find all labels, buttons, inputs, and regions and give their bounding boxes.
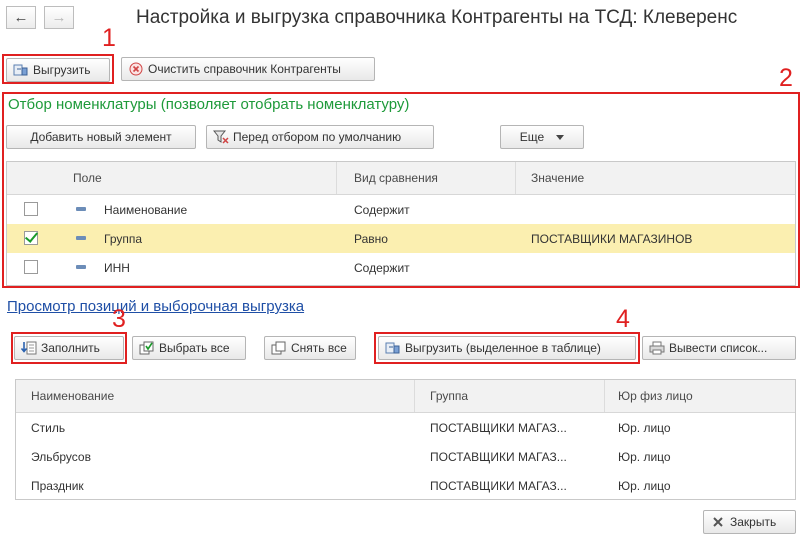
cell-name: Праздник <box>31 478 84 493</box>
dash-icon <box>76 207 86 211</box>
dash-icon <box>76 236 86 240</box>
output-list-label: Вывести список... <box>669 341 768 355</box>
column-divider <box>414 380 415 412</box>
select-all-icon <box>139 341 155 355</box>
table-row[interactable]: Стиль ПОСТАВЩИКИ МАГАЗ... Юр. лицо <box>16 413 795 442</box>
annotation-box-1 <box>2 54 114 84</box>
filter-row-checkbox-checked[interactable] <box>24 231 38 245</box>
filter-row-comparison[interactable]: Содержит <box>354 253 410 282</box>
cell-type: Юр. лицо <box>618 420 671 435</box>
filter-row-field: ИНН <box>104 260 130 275</box>
column-header-comparison[interactable]: Вид сравнения <box>354 162 438 194</box>
more-dropdown-button[interactable]: Еще <box>500 125 584 149</box>
close-icon <box>710 515 726 529</box>
filter-row-field: Группа <box>104 231 143 246</box>
filter-table-header: Поле Вид сравнения Значение <box>7 162 795 195</box>
clear-label: Очистить справочник Контрагенты <box>148 62 341 76</box>
filter-row-comparison[interactable]: Равно <box>354 224 388 253</box>
deselect-all-label: Снять все <box>291 341 347 355</box>
close-button[interactable]: Закрыть <box>703 510 796 534</box>
chevron-down-icon <box>556 134 565 140</box>
annotation-box-3 <box>11 332 127 364</box>
add-filter-element-label: Добавить новый элемент <box>30 130 172 144</box>
page-title: Настройка и выгрузка справочника Контраг… <box>136 7 738 28</box>
print-list-icon <box>649 341 665 355</box>
filter-row-checkbox[interactable] <box>24 202 38 216</box>
preview-table-header: Наименование Группа Юр физ лицо <box>16 380 795 413</box>
annotation-number-2: 2 <box>779 64 793 92</box>
column-divider <box>515 162 516 194</box>
close-label: Закрыть <box>730 515 777 529</box>
cell-group: ПОСТАВЩИКИ МАГАЗ... <box>430 420 567 435</box>
filter-icon <box>213 130 229 144</box>
filter-row-field: Наименование <box>104 202 188 217</box>
column-header-field[interactable]: Поле <box>73 162 102 194</box>
deselect-all-icon <box>271 341 287 355</box>
column-header-name[interactable]: Наименование <box>31 380 114 412</box>
column-header-type[interactable]: Юр физ лицо <box>618 380 693 412</box>
dash-icon <box>76 265 86 269</box>
filter-row[interactable]: Наименование Содержит <box>7 195 795 224</box>
filter-row[interactable]: ИНН Содержит <box>7 253 795 282</box>
column-header-group[interactable]: Группа <box>430 380 468 412</box>
filter-table: Поле Вид сравнения Значение Наименование… <box>6 161 796 286</box>
annotation-number-3: 3 <box>112 305 126 333</box>
default-filter-label: Перед отбором по умолчанию <box>233 130 402 144</box>
select-all-label: Выбрать все <box>159 341 230 355</box>
arrow-left-icon: ← <box>13 9 29 26</box>
cell-type: Юр. лицо <box>618 478 671 493</box>
annotation-number-4: 4 <box>616 305 630 333</box>
filter-section-title: Отбор номенклатуры (позволяет отобрать н… <box>8 96 410 113</box>
column-divider <box>604 380 605 412</box>
deselect-all-button[interactable]: Снять все <box>264 336 356 360</box>
table-row[interactable]: Эльбрусов ПОСТАВЩИКИ МАГАЗ... Юр. лицо <box>16 442 795 471</box>
more-label: Еще <box>519 130 545 144</box>
column-header-value[interactable]: Значение <box>531 162 584 194</box>
preview-table: Наименование Группа Юр физ лицо Стиль ПО… <box>15 379 796 500</box>
default-filter-button[interactable]: Перед отбором по умолчанию <box>206 125 434 149</box>
clear-icon <box>128 62 144 76</box>
filter-row-value[interactable]: ПОСТАВЩИКИ МАГАЗИНОВ <box>531 224 692 253</box>
cell-name: Эльбрусов <box>31 449 91 464</box>
column-divider <box>336 162 337 194</box>
back-button[interactable]: ← <box>6 6 36 29</box>
preview-section-link[interactable]: Просмотр позиций и выборочная выгрузка <box>7 298 304 315</box>
filter-row-checkbox[interactable] <box>24 260 38 274</box>
clear-counterparties-button[interactable]: Очистить справочник Контрагенты <box>121 57 375 81</box>
output-list-button[interactable]: Вывести список... <box>642 336 796 360</box>
select-all-button[interactable]: Выбрать все <box>132 336 246 360</box>
table-row[interactable]: Праздник ПОСТАВЩИКИ МАГАЗ... Юр. лицо <box>16 471 795 500</box>
cell-name: Стиль <box>31 420 66 435</box>
annotation-number-1: 1 <box>102 24 116 52</box>
annotation-box-4 <box>374 332 640 364</box>
cell-type: Юр. лицо <box>618 449 671 464</box>
filter-row-selected[interactable]: Группа Равно ПОСТАВЩИКИ МАГАЗИНОВ <box>7 224 795 253</box>
arrow-right-icon: → <box>51 9 67 26</box>
cell-group: ПОСТАВЩИКИ МАГАЗ... <box>430 478 567 493</box>
filter-row-comparison[interactable]: Содержит <box>354 195 410 224</box>
cell-group: ПОСТАВЩИКИ МАГАЗ... <box>430 449 567 464</box>
add-filter-element-button[interactable]: Добавить новый элемент <box>6 125 196 149</box>
forward-button[interactable]: → <box>44 6 74 29</box>
